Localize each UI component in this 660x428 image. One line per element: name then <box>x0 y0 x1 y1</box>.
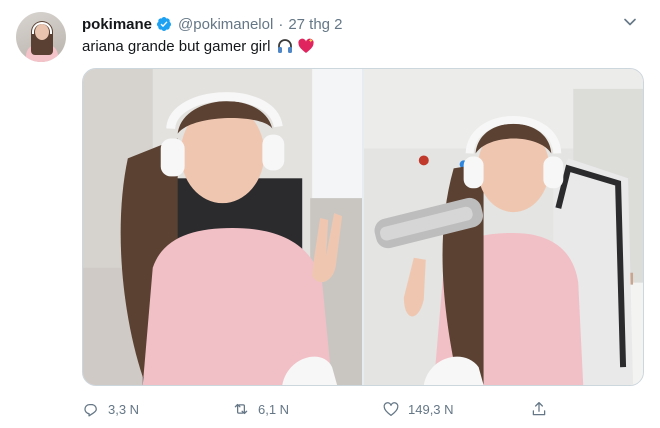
verified-badge-icon <box>156 16 172 32</box>
headphone-emoji-icon <box>276 37 294 55</box>
reply-button[interactable]: 3,3 N <box>82 396 139 422</box>
sparkling-heart-emoji-icon <box>297 37 315 55</box>
retweet-icon <box>234 403 248 415</box>
share-button[interactable] <box>530 396 556 422</box>
display-name[interactable]: pokimane <box>82 16 152 33</box>
retweet-count: 6,1 N <box>258 401 290 417</box>
like-count: 149,3 N <box>408 401 454 417</box>
avatar[interactable] <box>16 12 66 62</box>
tweet: pokimane @pokimanelol · 27 thg 2 ariana … <box>0 0 660 428</box>
share-icon <box>532 401 546 416</box>
photo-left[interactable] <box>83 69 362 385</box>
tweet-text: ariana grande but gamer girl <box>82 37 315 55</box>
tweet-actions: 3,3 N 6,1 N 149,3 N <box>82 396 562 422</box>
user-handle[interactable]: @pokimanelol <box>178 16 273 33</box>
reply-icon <box>84 404 97 417</box>
tweet-date[interactable]: 27 thg 2 <box>288 16 342 33</box>
like-button[interactable]: 149,3 N <box>382 396 454 422</box>
media-grid <box>82 68 644 386</box>
tweet-header: pokimane @pokimanelol · 27 thg 2 <box>82 14 343 34</box>
retweet-button[interactable]: 6,1 N <box>232 396 289 422</box>
reply-count: 3,3 N <box>108 401 140 417</box>
caret-down-icon[interactable] <box>622 14 638 30</box>
separator-dot: · <box>278 15 284 33</box>
like-icon <box>383 402 399 417</box>
tweet-text-content: ariana grande but gamer girl <box>82 37 271 55</box>
photo-right[interactable] <box>364 69 643 385</box>
